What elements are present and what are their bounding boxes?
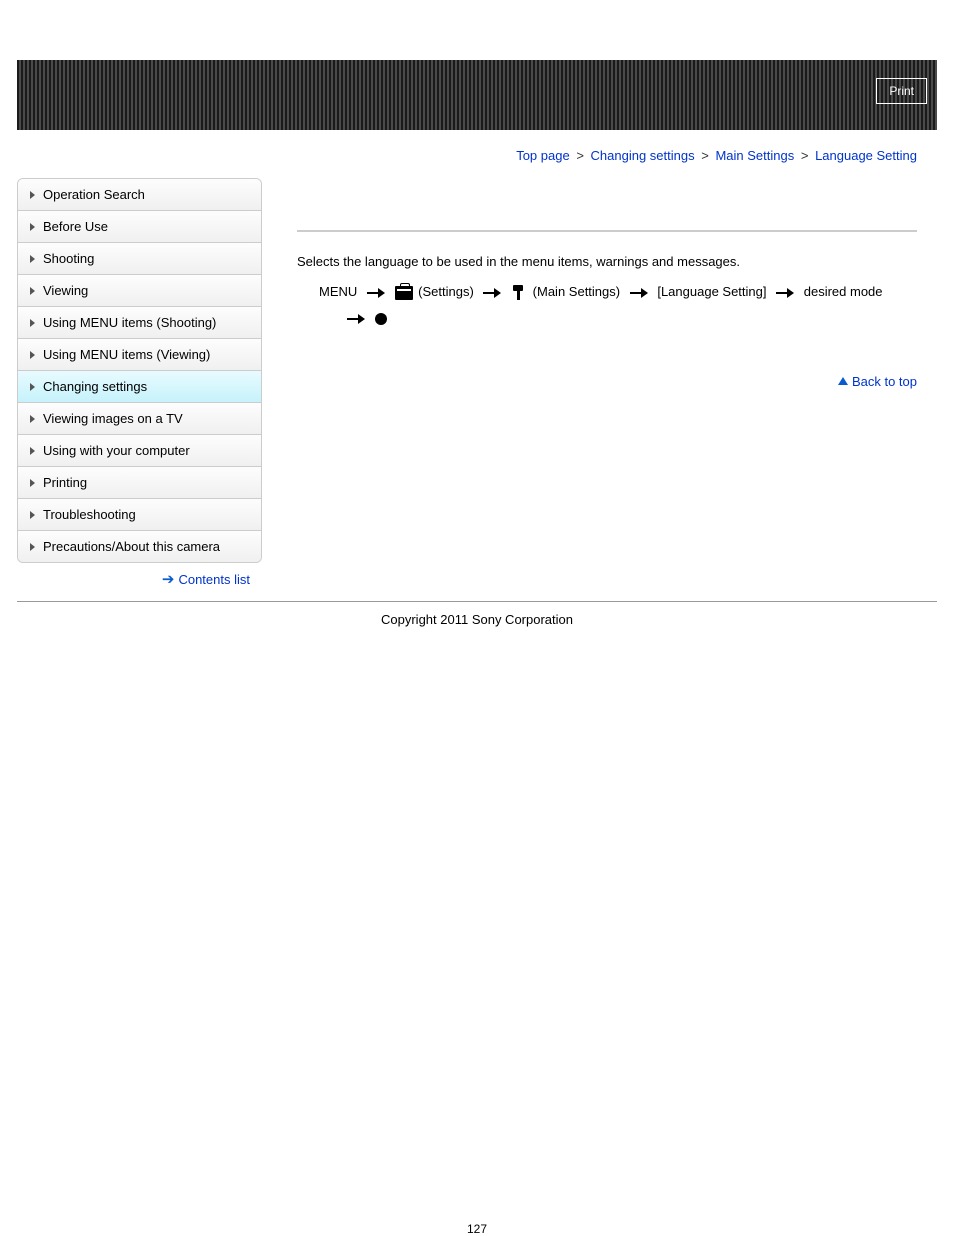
sidebar-item[interactable]: Changing settings (18, 371, 261, 403)
menu-label: MENU (319, 284, 357, 299)
caret-right-icon (30, 351, 35, 359)
arrow-right-icon: ➔ (162, 572, 175, 587)
arrow-icon (347, 315, 365, 323)
language-setting-label: [Language Setting] (657, 284, 766, 299)
caret-right-icon (30, 511, 35, 519)
back-to-top-link[interactable]: Back to top (838, 374, 917, 389)
sidebar-item[interactable]: Operation Search (18, 179, 261, 211)
dot-icon (375, 313, 387, 325)
sidebar-item[interactable]: Viewing (18, 275, 261, 307)
breadcrumb-changing-settings[interactable]: Changing settings (591, 148, 695, 163)
page-number: 127 (0, 1222, 954, 1236)
main-content: Selects the language to be used in the m… (262, 175, 937, 389)
arrow-icon (367, 289, 385, 297)
triangle-up-icon (838, 377, 848, 385)
breadcrumb-top[interactable]: Top page (516, 148, 570, 163)
caret-right-icon (30, 383, 35, 391)
sidebar-item-label: Using MENU items (Shooting) (43, 315, 216, 330)
sidebar-item[interactable]: Using MENU items (Viewing) (18, 339, 261, 371)
sidebar-item-label: Operation Search (43, 187, 145, 202)
caret-right-icon (30, 287, 35, 295)
caret-right-icon (30, 191, 35, 199)
settings-label: (Settings) (418, 284, 474, 299)
sidebar-item-label: Using with your computer (43, 443, 190, 458)
sidebar-item-label: Changing settings (43, 379, 147, 394)
print-button[interactable]: Print (876, 78, 927, 104)
breadcrumb: Top page > Changing settings > Main Sett… (0, 130, 954, 175)
sidebar-item[interactable]: Printing (18, 467, 261, 499)
description-text: Selects the language to be used in the m… (297, 254, 917, 269)
sidebar-item-label: Precautions/About this camera (43, 539, 220, 554)
arrow-icon (630, 289, 648, 297)
toolbox-icon (395, 286, 413, 300)
breadcrumb-sep: > (801, 148, 809, 163)
caret-right-icon (30, 479, 35, 487)
caret-right-icon (30, 255, 35, 263)
contents-list-row: ➔ Contents list (17, 563, 262, 595)
header-bar: Print (17, 60, 937, 130)
sidebar-item-label: Viewing (43, 283, 88, 298)
caret-right-icon (30, 415, 35, 423)
sidebar-item[interactable]: Viewing images on a TV (18, 403, 261, 435)
caret-right-icon (30, 319, 35, 327)
sidebar-item-label: Printing (43, 475, 87, 490)
sidebar-item[interactable]: Precautions/About this camera (18, 531, 261, 562)
sidebar-item[interactable]: Using with your computer (18, 435, 261, 467)
sidebar-item[interactable]: Before Use (18, 211, 261, 243)
arrow-icon (483, 289, 501, 297)
section-divider (297, 230, 917, 232)
desired-mode-label: desired mode (804, 284, 883, 299)
sidebar: Operation Search Before Use Shooting Viewin… (17, 178, 262, 563)
sidebar-item[interactable]: Using MENU items (Shooting) (18, 307, 261, 339)
back-to-top-label: Back to top (852, 374, 917, 389)
caret-right-icon (30, 447, 35, 455)
sidebar-item-label: Before Use (43, 219, 108, 234)
breadcrumb-current: Language Setting (815, 148, 917, 163)
breadcrumb-sep: > (701, 148, 709, 163)
breadcrumb-sep: > (576, 148, 584, 163)
contents-list-link[interactable]: ➔ Contents list (162, 572, 250, 587)
contents-list-label: Contents list (178, 572, 250, 587)
sidebar-item[interactable]: Shooting (18, 243, 261, 275)
arrow-icon (776, 289, 794, 297)
menu-path: MENU (Settings) (Main Settings) [Languag… (297, 279, 917, 331)
hammer-icon (511, 285, 527, 300)
breadcrumb-main-settings[interactable]: Main Settings (715, 148, 794, 163)
back-to-top-row: Back to top (297, 373, 917, 389)
caret-right-icon (30, 223, 35, 231)
sidebar-item-label: Shooting (43, 251, 94, 266)
sidebar-item[interactable]: Troubleshooting (18, 499, 261, 531)
sidebar-item-label: Viewing images on a TV (43, 411, 183, 426)
copyright-text: Copyright 2011 Sony Corporation (0, 602, 954, 627)
caret-right-icon (30, 543, 35, 551)
sidebar-item-label: Troubleshooting (43, 507, 136, 522)
sidebar-item-label: Using MENU items (Viewing) (43, 347, 210, 362)
main-settings-label: (Main Settings) (533, 284, 620, 299)
